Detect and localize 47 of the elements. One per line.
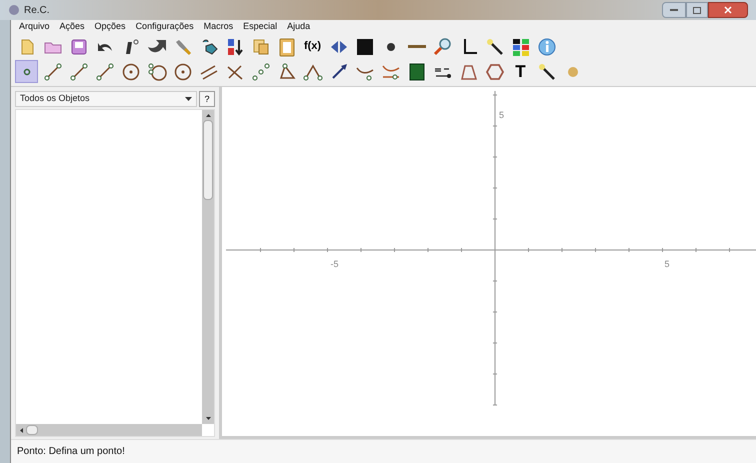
segment-icon [42,62,62,82]
line-icon [408,45,426,48]
menu-item[interactable]: Ajuda [287,20,310,34]
help-button[interactable]: ? [199,91,215,107]
minimize-icon [670,8,678,12]
menu-item[interactable]: Especial [243,20,278,34]
axis-label: -5 [330,259,339,269]
maximize-icon [693,6,701,14]
caret-icon [185,97,192,101]
minimize-button[interactable] [662,2,686,18]
drawing-canvas[interactable]: -5 5 5 [219,87,756,439]
status-text: Ponto: Defina um ponto! [17,445,125,459]
copy-icon [250,36,270,56]
menu-item[interactable]: Opções [94,20,126,34]
tool-button[interactable]: f(x) [301,35,324,58]
zoom-icon [432,36,452,56]
axis-label: 5 [664,259,670,269]
tool-button[interactable]: T [509,60,532,83]
rectangle-icon [406,62,426,82]
points-icon [250,62,270,82]
wand-icon [484,36,504,56]
segment-icon [94,62,114,82]
menu-item[interactable]: Configurações [136,20,194,34]
menu-item[interactable]: Ações [60,20,85,34]
close-icon [724,6,732,14]
clipboard-icon [276,36,296,56]
axis-label: 5 [499,110,504,120]
close-button[interactable] [708,2,748,18]
circle-icon [172,62,192,82]
menu-item[interactable]: Macros [204,20,234,34]
segment-icon [68,62,88,82]
scroll-thumb[interactable] [203,120,213,200]
maximize-button[interactable] [686,2,708,18]
wand-icon [536,62,556,82]
vertical-scrollbar[interactable] [202,110,214,424]
window-title: Re.C. [24,4,50,18]
object-filter-dropdown[interactable]: Todos os Objetos [15,91,197,107]
menu-item[interactable]: Arquivo [19,20,50,34]
polygon-icon [484,62,504,82]
square-icon [354,36,374,56]
horizontal-scrollbar[interactable] [16,424,202,436]
app-icon [8,4,20,16]
palette-icon [510,36,530,56]
scroll-thumb[interactable] [26,425,38,435]
info-icon [536,36,556,56]
circle-icon [146,62,166,82]
circle-icon [120,62,140,82]
